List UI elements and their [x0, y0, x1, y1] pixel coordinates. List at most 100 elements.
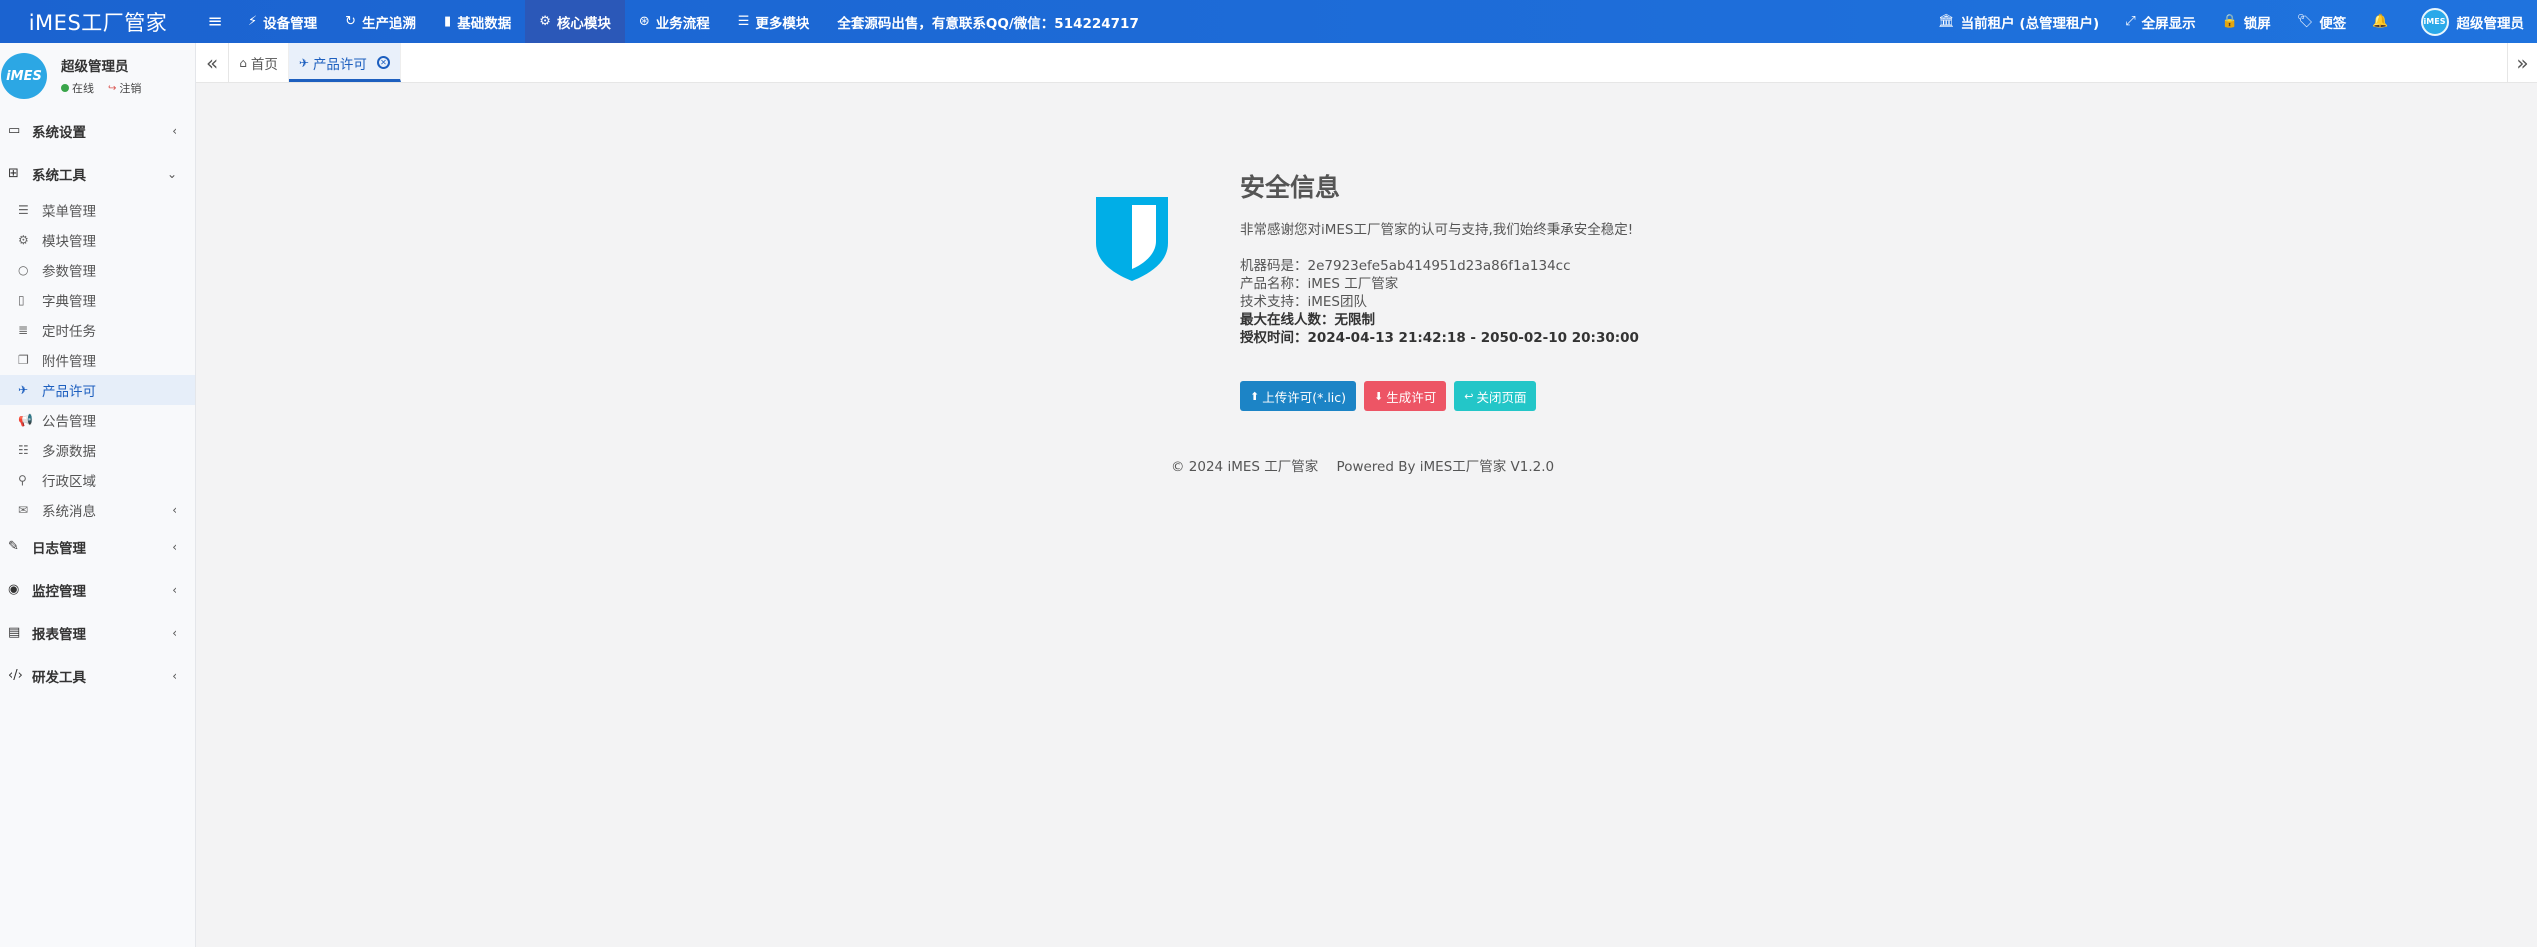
bolt-icon: ⚡	[248, 14, 258, 29]
sidebar-item-params[interactable]: ○ 参数管理	[0, 255, 195, 285]
sign-out-icon[interactable]: ↪	[108, 83, 116, 94]
sidebar-item-license[interactable]: ✈ 产品许可	[0, 375, 195, 405]
sidebar-item-notice[interactable]: 📢 公告管理	[0, 405, 195, 435]
sidebar-item-label: 系统消息	[42, 504, 96, 520]
topnav-item-more[interactable]: ☰ 更多模块	[724, 0, 824, 43]
user-status: 在线 ↪ 注销	[61, 80, 141, 96]
sidebar-item-label: 参数管理	[42, 264, 96, 280]
close-label: 关闭页面	[1476, 389, 1527, 405]
footer: © 2024 iMES 工厂管家 Powered By iMES工厂管家 V1.…	[1171, 455, 1568, 475]
tab-scroll-right-button[interactable]: »	[2507, 43, 2537, 82]
topnav-item-core[interactable]: ⚙ 核心模块	[525, 0, 625, 43]
generate-label: 生成许可	[1386, 389, 1437, 405]
sidebar-item-attachments[interactable]: ❐ 附件管理	[0, 345, 195, 375]
sidebar-group-reports[interactable]: ▤ 报表管理 ‹	[0, 611, 195, 654]
topnav-label: 核心模块	[556, 15, 611, 32]
sidebar-group-logs[interactable]: ✎ 日志管理 ‹	[0, 525, 195, 568]
fullscreen-label: 全屏显示	[2141, 15, 2196, 32]
gears-icon: ⚙	[18, 233, 29, 247]
chevron-left-icon: ‹	[172, 503, 177, 517]
sidebar-group-label: 报表管理	[32, 626, 86, 643]
notes-label: 便签	[2319, 15, 2347, 32]
sidebar-item-datasource[interactable]: ☷ 多源数据	[0, 435, 195, 465]
envelope-open-icon: ✉	[18, 503, 29, 517]
topnav-item-basedata[interactable]: ▮ 基础数据	[430, 0, 525, 43]
tab-label: 产品许可	[312, 56, 367, 73]
hamburger-icon[interactable]: ≡	[196, 0, 234, 43]
topnav-item-workflow[interactable]: ⊛ 业务流程	[625, 0, 724, 43]
windows-icon: ⊞	[8, 166, 19, 181]
paper-plane-icon: ✈	[18, 383, 29, 397]
tab-license[interactable]: ✈ 产品许可 ✕	[288, 43, 401, 82]
generate-license-button[interactable]: ⬇ 生成许可	[1364, 381, 1447, 411]
chevron-left-icon: ‹	[172, 582, 177, 597]
machine-code: 机器码是：2e7923efe5ab414951d23a86f1a134cc	[1240, 258, 1571, 274]
action-buttons: ⬆ 上传许可(*.lic) ⬇ 生成许可 ↩ 关闭页面	[1240, 381, 1639, 411]
license-period: 授权时间：2024-04-13 21:42:18 - 2050-02-10 20…	[1240, 330, 1639, 346]
sidebar-item-label: 模块管理	[42, 234, 96, 250]
upload-icon: ⬆	[1250, 389, 1260, 403]
topbar-right: 🏛 当前租户 (总管理租户) ⤢ 全屏显示 🔒 锁屏 🏷 便签 🔔 iMES 超…	[1925, 0, 2537, 43]
page-title: 安全信息	[1240, 173, 1341, 202]
clone-icon: ❐	[18, 353, 29, 367]
notes-button[interactable]: 🏷 便签	[2284, 0, 2360, 43]
user-menu[interactable]: iMES 超级管理员	[2408, 0, 2537, 43]
book-icon: ▮	[444, 14, 452, 29]
sidebar-group-label: 监控管理	[32, 583, 86, 600]
tab-home[interactable]: ⌂ 首页	[229, 43, 289, 82]
bookmark-icon: ▯	[18, 293, 25, 307]
lock-screen-button[interactable]: 🔒 锁屏	[2209, 0, 2284, 43]
tab-scroll-left-button[interactable]: «	[196, 43, 230, 82]
topnav-notice: 全套源码出售，有意联系QQ/微信：514224717	[837, 15, 1139, 32]
upload-license-button[interactable]: ⬆ 上传许可(*.lic)	[1240, 381, 1357, 411]
avatar[interactable]: iMES	[1, 53, 47, 99]
copyright: © 2024 iMES 工厂管家	[1171, 459, 1319, 475]
bell-icon: 🔔	[2372, 14, 2389, 29]
sidebar-group-label: 研发工具	[32, 669, 86, 686]
refresh-icon: ↻	[345, 14, 357, 29]
tag-icon: 🏷	[2296, 14, 2314, 29]
sidebar: iMES 超级管理员 在线 ↪ 注销 ▭ 系统设置 ‹ ⊞ 系统工具 ⌄ ☰ 菜…	[0, 43, 196, 947]
settings-icon: ○	[18, 263, 29, 277]
max-online-users: 最大在线人数：无限制	[1240, 312, 1375, 328]
lock-icon: 🔒	[2221, 14, 2238, 29]
tenant-label: 当前租户 (总管理租户)	[1960, 15, 2100, 32]
file-chart-icon: ▤	[8, 625, 21, 640]
sidebar-item-messages[interactable]: ✉ 系统消息 ‹	[0, 495, 195, 525]
sidebar-item-region[interactable]: ⚲ 行政区域	[0, 465, 195, 495]
tech-support: 技术支持：iMES团队	[1240, 294, 1367, 310]
sidebar-item-menu[interactable]: ☰ 菜单管理	[0, 195, 195, 225]
topnav-label: 更多模块	[755, 15, 810, 32]
logout-link[interactable]: 注销	[119, 80, 141, 96]
sidebar-item-jobs[interactable]: ≣ 定时任务	[0, 315, 195, 345]
product-name: 产品名称：iMES 工厂管家	[1240, 276, 1399, 292]
list-icon: ☰	[737, 14, 750, 29]
lock-label: 锁屏	[2243, 15, 2271, 32]
database-icon: ☷	[18, 443, 29, 457]
close-page-button[interactable]: ↩ 关闭页面	[1454, 381, 1537, 411]
info-description: 非常感谢您对iMES工厂管家的认可与支持,我们始终秉承安全稳定!	[1240, 222, 1634, 238]
sidebar-group-devtools[interactable]: ‹/› 研发工具 ‹	[0, 654, 195, 697]
topnav-item-equipment[interactable]: ⚡ 设备管理	[234, 0, 331, 43]
tenant-switch[interactable]: 🏛 当前租户 (总管理租户)	[1925, 0, 2112, 43]
online-label: 在线	[72, 82, 94, 95]
sidebar-group-label: 系统工具	[32, 167, 86, 184]
sidebar-group-system-tools[interactable]: ⊞ 系统工具 ⌄	[0, 152, 195, 195]
topnav-item-tracing[interactable]: ↻ 生产追溯	[331, 0, 430, 43]
notification-button[interactable]: 🔔	[2359, 0, 2407, 43]
sidebar-group-monitor[interactable]: ◉ 监控管理 ‹	[0, 568, 195, 611]
sidebar-item-label: 公告管理	[42, 414, 96, 430]
double-chevron-left-icon: «	[206, 50, 219, 75]
fullscreen-button[interactable]: ⤢ 全屏显示	[2112, 0, 2208, 43]
sidebar-item-label: 行政区域	[42, 474, 96, 490]
bullhorn-icon: 📢	[18, 413, 33, 427]
bank-icon: 🏛	[1938, 14, 1955, 29]
sidebar-item-dict[interactable]: ▯ 字典管理	[0, 285, 195, 315]
sidebar-group-system-settings[interactable]: ▭ 系统设置 ‹	[0, 109, 195, 152]
sidebar-item-module[interactable]: ⚙ 模块管理	[0, 225, 195, 255]
close-tab-icon[interactable]: ✕	[376, 56, 390, 69]
sidebar-group-label: 系统设置	[32, 124, 86, 141]
brand-logo[interactable]: iMES工厂管家	[0, 0, 196, 43]
upload-label: 上传许可(*.lic)	[1262, 389, 1347, 405]
home-icon: ⌂	[239, 55, 247, 70]
